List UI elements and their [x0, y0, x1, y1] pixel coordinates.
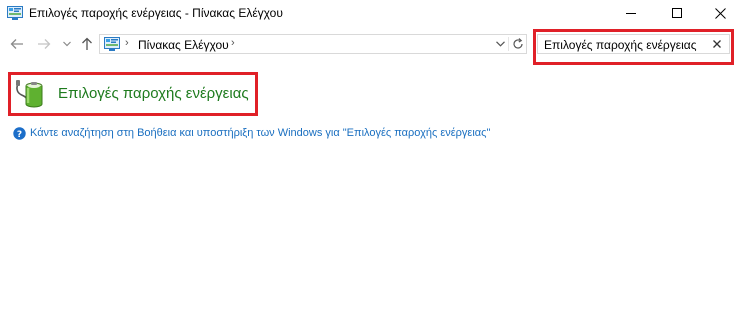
- breadcrumb-separator[interactable]: ›: [125, 37, 129, 49]
- minimize-button[interactable]: [608, 0, 654, 26]
- close-icon: [713, 40, 721, 48]
- refresh-icon: [513, 38, 523, 49]
- back-button[interactable]: [9, 36, 25, 52]
- control-panel-icon: [7, 6, 23, 20]
- clear-search-button[interactable]: [709, 36, 725, 52]
- help-search-row: ? Κάντε αναζήτηση στη Βοήθεια και υποστή…: [13, 126, 553, 142]
- up-button[interactable]: [79, 36, 95, 52]
- address-divider: [508, 37, 509, 51]
- help-search-link[interactable]: Κάντε αναζήτηση στη Βοήθεια και υποστήρι…: [30, 127, 490, 139]
- close-button[interactable]: [697, 0, 740, 26]
- breadcrumb-separator[interactable]: ›: [231, 37, 235, 49]
- recent-locations-button[interactable]: [59, 36, 75, 52]
- power-options-icon: [14, 78, 46, 110]
- window-title: Επιλογές παροχής ενέργειας - Πίνακας Ελέ…: [29, 6, 283, 20]
- forward-button[interactable]: [36, 36, 52, 52]
- chevron-down-icon: [63, 41, 71, 47]
- arrow-up-icon: [82, 37, 92, 50]
- maximize-button[interactable]: [654, 0, 700, 26]
- address-history-button[interactable]: [493, 36, 507, 52]
- chevron-down-icon: [495, 41, 505, 47]
- control-panel-icon: [104, 37, 120, 51]
- title-bar: Επιλογές παροχής ενέργειας - Πίνακας Ελέ…: [0, 0, 740, 26]
- svg-text:?: ?: [17, 130, 22, 140]
- result-item-power-options[interactable]: Επιλογές παροχής ενέργειας: [13, 77, 253, 113]
- arrow-left-icon: [10, 39, 23, 49]
- breadcrumb-control-panel[interactable]: Πίνακας Ελέγχου: [138, 38, 229, 52]
- address-bar[interactable]: › Πίνακας Ελέγχου ›: [99, 34, 527, 54]
- arrow-right-icon: [38, 39, 51, 49]
- maximize-icon: [672, 8, 682, 18]
- help-icon: ?: [13, 127, 26, 140]
- refresh-button[interactable]: [511, 36, 525, 52]
- search-input[interactable]: [544, 38, 704, 52]
- search-box[interactable]: [537, 34, 730, 54]
- close-icon: [714, 7, 726, 19]
- minimize-icon: [626, 13, 636, 14]
- result-link-power-options[interactable]: Επιλογές παροχής ενέργειας: [58, 85, 249, 102]
